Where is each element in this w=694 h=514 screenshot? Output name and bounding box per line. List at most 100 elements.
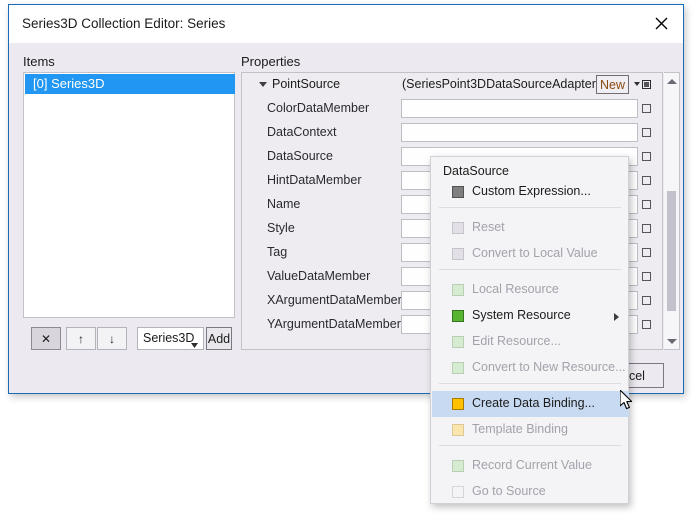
move-item-up-button[interactable]: ↑ — [66, 327, 96, 350]
dialog-title: Series3D Collection Editor: Series — [22, 16, 226, 31]
list-item[interactable]: [0] Series3D — [25, 74, 235, 94]
scroll-up-button[interactable] — [664, 73, 679, 89]
menu-item-label: Local Resource — [472, 282, 559, 296]
property-row-pointsource[interactable]: PointSource (SeriesPoint3DDataSourceAdap… — [242, 73, 662, 97]
property-marker[interactable] — [642, 176, 651, 185]
menu-item: Edit Resource... — [432, 329, 629, 355]
mouse-cursor — [619, 389, 635, 417]
property-marker[interactable] — [642, 128, 651, 137]
chevron-right-icon — [614, 313, 619, 321]
property-value-input[interactable] — [401, 99, 638, 118]
menu-item-label: Reset — [472, 220, 505, 234]
menu-item-swatch-icon — [452, 398, 464, 410]
scrollbar-thumb[interactable] — [667, 191, 676, 311]
close-icon — [655, 17, 667, 30]
menu-item[interactable]: Create Data Binding... — [432, 391, 629, 417]
menu-item-swatch-icon — [452, 222, 464, 234]
screen: Series3D Collection Editor: Series Items… — [0, 0, 694, 514]
menu-item-swatch-icon — [452, 424, 464, 436]
menu-separator — [439, 383, 621, 384]
property-value-input[interactable] — [401, 123, 638, 142]
scroll-down-button[interactable] — [664, 333, 679, 349]
menu-item: Convert to New Resource... — [432, 355, 629, 381]
items-label: Items — [23, 54, 55, 69]
property-name: Name — [267, 197, 301, 211]
menu-separator — [439, 207, 621, 208]
menu-item-label: Convert to Local Value — [472, 246, 598, 260]
chevron-down-icon[interactable] — [634, 82, 640, 86]
property-name: HintDataMember — [267, 173, 362, 187]
property-name: DataContext — [267, 125, 337, 139]
menu-item-label: System Resource — [472, 308, 571, 322]
menu-item: Template Binding — [432, 417, 629, 443]
menu-item: Convert to Local Value — [432, 241, 629, 267]
property-name: Style — [267, 221, 295, 235]
dialog-titlebar: Series3D Collection Editor: Series — [9, 5, 683, 43]
menu-item-label: Create Data Binding... — [472, 396, 595, 410]
menu-item-label: Custom Expression... — [472, 184, 591, 198]
menu-item-swatch-icon — [452, 248, 464, 260]
scroll-up-icon — [666, 78, 677, 84]
properties-label: Properties — [241, 54, 301, 69]
property-context-menu: DataSource Custom Expression... Reset Conv… — [430, 156, 629, 504]
chevron-down-icon — [191, 337, 198, 351]
property-name: XArgumentDataMember — [267, 293, 402, 307]
close-icon: ✕ — [40, 331, 52, 346]
menu-separator — [439, 269, 621, 270]
property-marker[interactable] — [642, 296, 651, 305]
context-menu-header: DataSource — [443, 164, 510, 178]
menu-item-label: Go to Source — [472, 484, 546, 498]
move-item-down-button[interactable]: ↓ — [97, 327, 127, 350]
menu-item[interactable]: Custom Expression... — [432, 179, 629, 205]
menu-item: Go to Source — [432, 479, 629, 505]
close-button[interactable] — [639, 5, 683, 42]
property-name: ValueDataMember — [267, 269, 371, 283]
menu-separator — [439, 445, 621, 446]
menu-item: Reset — [432, 215, 629, 241]
property-row[interactable]: ColorDataMember — [242, 97, 662, 121]
property-marker[interactable] — [642, 320, 651, 329]
property-marker[interactable] — [642, 248, 651, 257]
arrow-down-icon: ↓ — [109, 331, 115, 346]
menu-item: Record Current Value — [432, 453, 629, 479]
delete-item-button[interactable]: ✕ — [31, 327, 61, 350]
series-type-value: Series3D — [143, 331, 195, 345]
property-marker[interactable] — [642, 152, 651, 161]
chevron-down-icon[interactable] — [259, 82, 267, 87]
property-name: PointSource — [272, 77, 341, 91]
menu-item-swatch-icon — [452, 186, 464, 198]
menu-item: Local Resource — [432, 277, 629, 303]
new-button[interactable]: New — [596, 75, 629, 94]
menu-item-label: Record Current Value — [472, 458, 592, 472]
mouse-pointer-icon — [619, 389, 633, 410]
property-name: ColorDataMember — [267, 101, 370, 115]
menu-item-label: Edit Resource... — [472, 334, 561, 348]
properties-scrollbar[interactable] — [664, 72, 680, 350]
series-type-combobox[interactable]: Series3D — [137, 327, 204, 350]
property-name: Tag — [267, 245, 288, 259]
scroll-down-icon — [666, 338, 677, 344]
arrow-up-icon: ↑ — [78, 331, 84, 346]
property-marker[interactable] — [642, 272, 651, 281]
menu-item-swatch-icon — [452, 362, 464, 374]
menu-item-swatch-icon — [452, 284, 464, 296]
add-item-button[interactable]: Add — [206, 327, 232, 350]
items-listbox[interactable]: [0] Series3D — [23, 72, 235, 318]
menu-item-label: Convert to New Resource... — [472, 360, 626, 374]
new-button-label: New — [599, 77, 625, 92]
property-name: DataSource — [267, 149, 334, 163]
property-row[interactable]: DataContext — [242, 121, 662, 145]
menu-item-label: Template Binding — [472, 422, 568, 436]
menu-item-swatch-icon — [452, 460, 464, 472]
menu-item-swatch-icon — [452, 486, 464, 498]
property-marker[interactable] — [642, 104, 651, 113]
menu-item[interactable]: System Resource — [432, 303, 629, 329]
property-marker[interactable] — [642, 200, 651, 209]
add-button-label: Add — [207, 331, 231, 346]
property-value: (SeriesPoint3DDataSourceAdapter) — [402, 77, 601, 91]
menu-item-swatch-icon — [452, 336, 464, 348]
menu-item-swatch-icon — [452, 310, 464, 322]
property-marker[interactable] — [642, 224, 651, 233]
property-marker[interactable] — [642, 80, 651, 89]
property-name: YArgumentDataMember — [267, 317, 401, 331]
